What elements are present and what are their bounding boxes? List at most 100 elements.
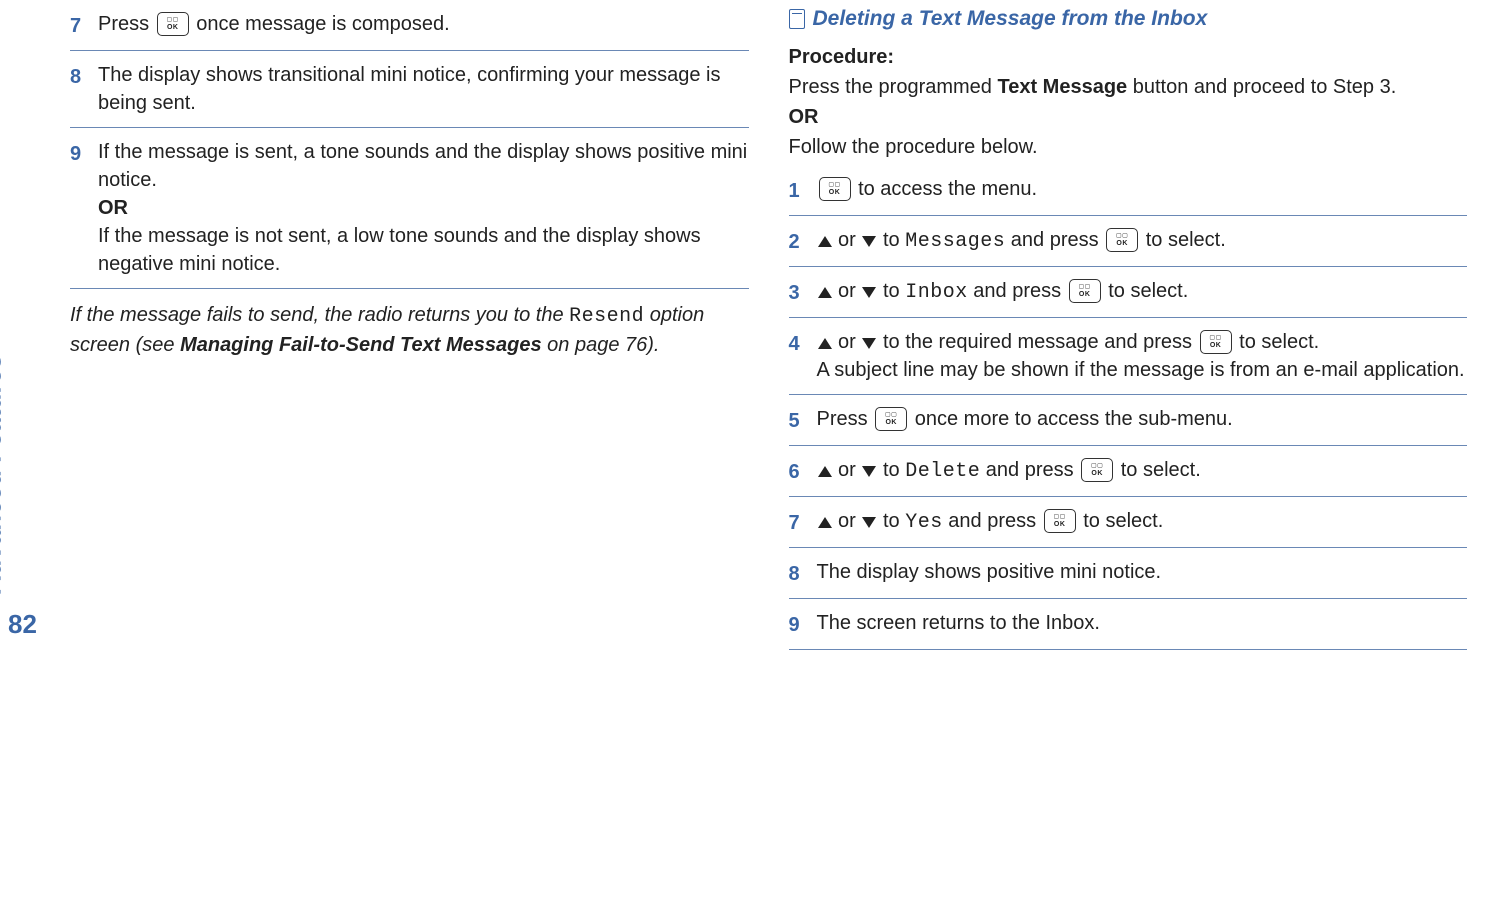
content-columns: 7 Press ▢▢ OK once message is composed. … [70,0,1467,654]
procedure-intro: Procedure: Press the programmed Text Mes… [789,43,1468,161]
text: or [833,510,862,532]
ok-top: ▢▢ [885,411,897,419]
step-body: The screen returns to the Inbox. [817,609,1468,637]
text: Press [817,408,874,430]
text: or [833,459,862,481]
text: on page 76). [542,334,660,356]
step-7: 7 Press ▢▢ OK once message is composed. [70,4,749,51]
text: to select. [1078,510,1164,532]
left-margin: Advanced Features 82 [0,0,70,654]
step-body: or to Yes and press ▢▢OK to select. [817,507,1468,537]
down-arrow-icon [862,466,876,477]
ok-button-icon: ▢▢OK [1081,458,1113,482]
section-heading: Deleting a Text Message from the Inbox [789,4,1468,33]
menu-item: Delete [905,460,980,483]
text: If the message is not sent, a low tone s… [98,222,749,278]
text: or [833,280,862,302]
down-arrow-icon [862,236,876,247]
step-number: 8 [70,61,98,91]
down-arrow-icon [862,517,876,528]
text: to select. [1140,229,1226,251]
text: and press [968,280,1067,302]
text: If the message is sent, a tone sounds an… [98,138,749,194]
ok-bottom: OK [167,24,179,32]
step-body: If the message is sent, a tone sounds an… [98,138,749,278]
ok-top: ▢▢ [1116,232,1128,240]
ok-top: ▢▢ [1079,283,1091,291]
ok-top: ▢▢ [1091,462,1103,470]
step-2: 2 or to Messages and press ▢▢OK to selec… [789,220,1468,267]
up-arrow-icon [818,466,832,477]
ok-bottom: OK [1116,240,1128,248]
text: and press [943,510,1042,532]
resend-code: Resend [569,305,644,328]
ok-bottom: OK [885,419,897,427]
step-body: or to the required message and press ▢▢O… [817,328,1468,384]
step-number: 5 [789,405,817,435]
ok-top: ▢▢ [167,16,179,24]
ok-bottom: OK [1210,342,1222,350]
step-8r: 8 The display shows positive mini notice… [789,552,1468,599]
section-label: Advanced Features [0,355,10,595]
ok-button-icon: ▢▢OK [1044,509,1076,533]
text: or [833,331,862,353]
document-icon [789,9,805,29]
step-number: 4 [789,328,817,358]
text: once more to access the sub-menu. [909,408,1233,430]
step-number: 9 [789,609,817,639]
step-body: or to Delete and press ▢▢OK to select. [817,456,1468,486]
up-arrow-icon [818,236,832,247]
up-arrow-icon [818,287,832,298]
page-number: 82 [8,606,37,642]
ok-bottom: OK [1054,521,1066,529]
text: to select. [1103,280,1189,302]
page: Advanced Features 82 7 Press ▢▢ OK once … [0,0,1507,654]
down-arrow-icon [862,338,876,349]
step-body: Press ▢▢ OK once message is composed. [98,10,749,38]
step-9r: 9 The screen returns to the Inbox. [789,603,1468,650]
step-body: or to Inbox and press ▢▢OK to select. [817,277,1468,307]
ok-bottom: OK [1091,470,1103,478]
text: to [877,459,905,481]
ok-top: ▢▢ [828,181,840,189]
text: to access the menu. [858,178,1037,200]
text: to the required message and press [877,331,1197,353]
step-5: 5 Press ▢▢OK once more to access the sub… [789,399,1468,446]
procedure-label: Procedure: [789,46,895,68]
menu-item: Yes [905,511,943,534]
or-label: OR [98,194,749,222]
up-arrow-icon [818,517,832,528]
text: Follow the procedure below. [789,133,1468,161]
text: Press the programmed [789,76,998,98]
ok-button-icon: ▢▢ OK [157,12,189,36]
step-9: 9 If the message is sent, a tone sounds … [70,132,749,289]
text: once message is composed. [196,13,449,35]
text: to [877,229,905,251]
menu-item: Messages [905,230,1005,253]
text: to [877,280,905,302]
step-body: Press ▢▢OK once more to access the sub-m… [817,405,1468,433]
step-body: or to Messages and press ▢▢OK to select. [817,226,1468,256]
step-number: 3 [789,277,817,307]
ok-bottom: OK [1079,291,1091,299]
right-column: Deleting a Text Message from the Inbox P… [789,4,1468,654]
note-paragraph: If the message fails to send, the radio … [70,301,749,359]
down-arrow-icon [862,287,876,298]
ok-button-icon: ▢▢OK [875,407,907,431]
left-column: 7 Press ▢▢ OK once message is composed. … [70,4,749,654]
text: to select. [1234,331,1320,353]
step-number: 1 [789,175,817,205]
step-1: 1 ▢▢OK to access the menu. [789,169,1468,216]
ok-button-icon: ▢▢OK [1069,279,1101,303]
up-arrow-icon [818,338,832,349]
step-number: 7 [789,507,817,537]
ok-button-icon: ▢▢OK [819,177,851,201]
step-number: 6 [789,456,817,486]
text: and press [980,459,1079,481]
heading-text: Deleting a Text Message from the Inbox [813,4,1208,33]
text: and press [1005,229,1104,251]
step-6: 6 or to Delete and press ▢▢OK to select. [789,450,1468,497]
step-body: ▢▢OK to access the menu. [817,175,1468,203]
text: to select. [1115,459,1201,481]
text: If the message fails to send, the radio … [70,304,569,326]
